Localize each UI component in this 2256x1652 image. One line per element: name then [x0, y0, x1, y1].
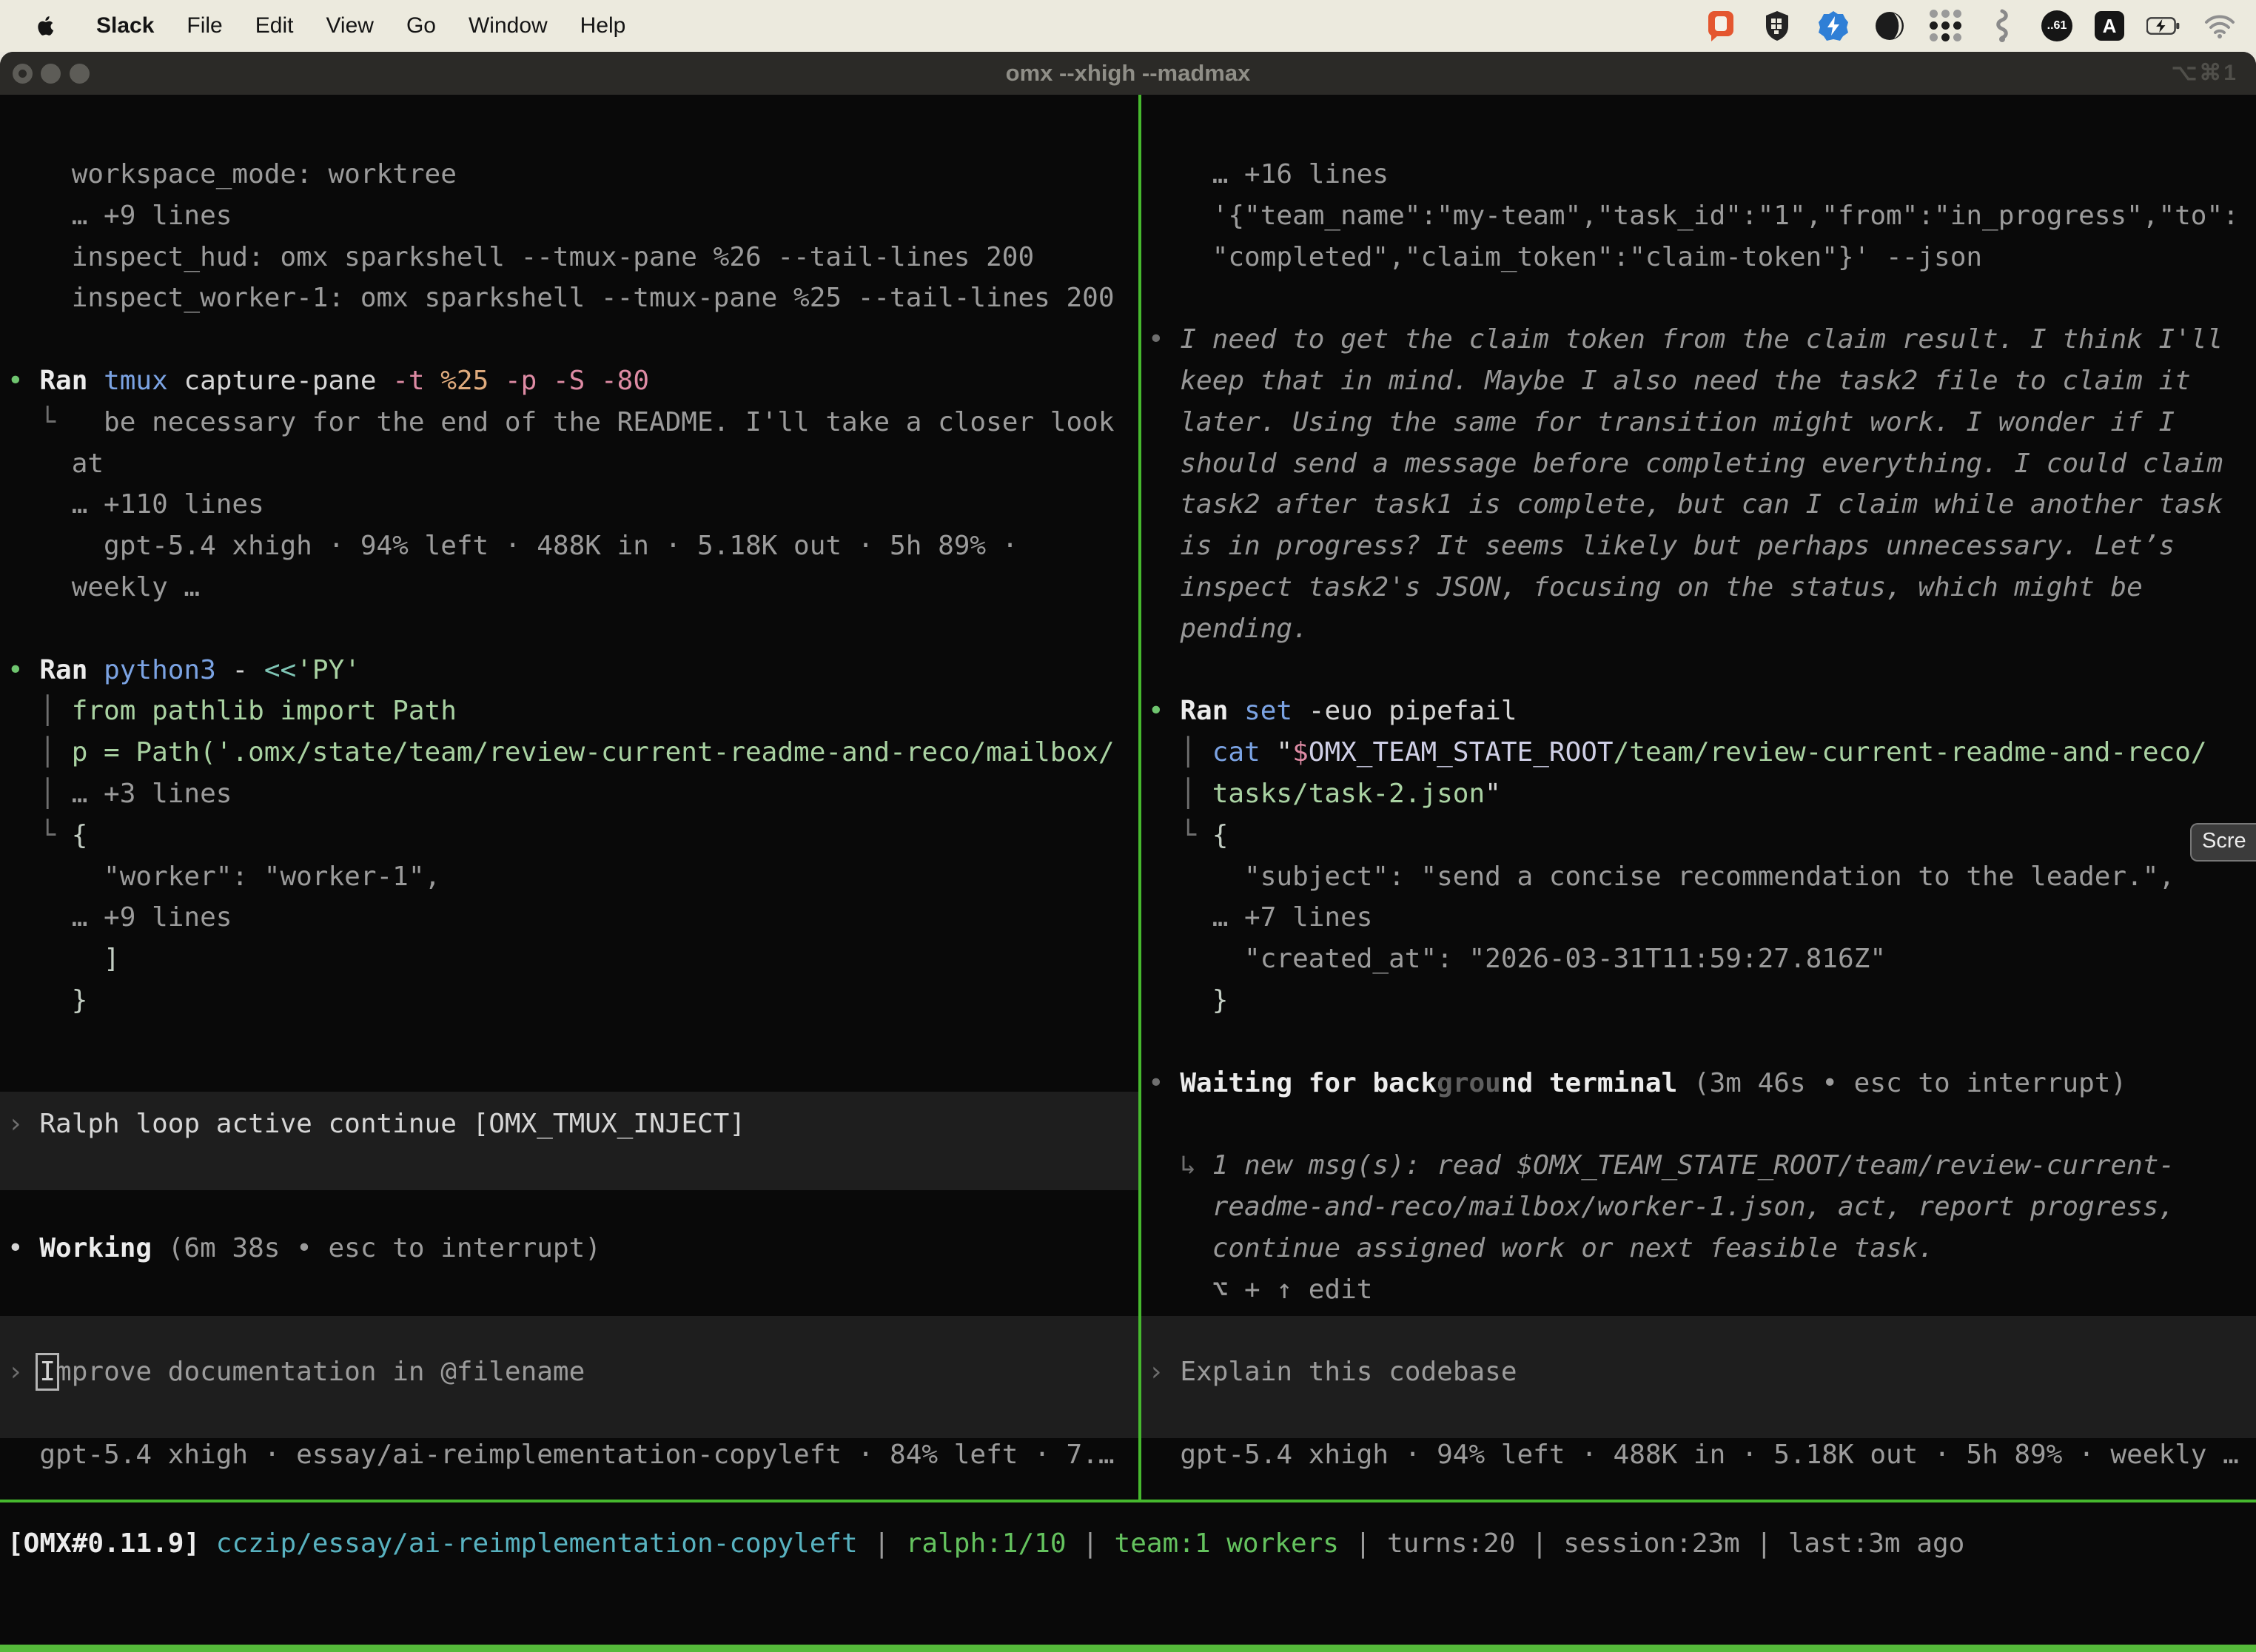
- wifi-icon[interactable]: [2203, 9, 2237, 43]
- terminal-line: │ … +3 lines: [7, 773, 1138, 815]
- terminal-line: … +16 lines: [1148, 154, 2256, 195]
- terminal-line: › Improve documentation in @filename: [7, 1352, 1138, 1393]
- terminal-line: └ {: [7, 815, 1138, 856]
- badge-61-icon[interactable]: ..61: [2041, 10, 2072, 41]
- terminal-line: gpt-5.4 xhigh · 94% left · 488K in · 5.1…: [1148, 1434, 2256, 1476]
- terminal-line: … +9 lines: [7, 195, 1138, 237]
- screen-notification-toast[interactable]: Scre: [2190, 823, 2256, 862]
- terminal-line: gpt-5.4 xhigh · 94% left · 488K in · 5.1…: [7, 526, 1138, 567]
- shield-icon[interactable]: [1760, 9, 1794, 43]
- terminal-line: [OMX#0.11.9] cczip/essay/ai-reimplementa…: [7, 1523, 2249, 1565]
- menu-item-file[interactable]: File: [187, 13, 222, 38]
- terminal-line: at: [7, 443, 1138, 485]
- hook-tool-icon[interactable]: [1985, 9, 2019, 43]
- terminal-line: [7, 319, 1138, 360]
- terminal-line: [1148, 650, 2256, 691]
- terminal-line: └ be necessary for the end of the README…: [7, 402, 1138, 443]
- keyboard-layout-icon[interactable]: A: [2095, 11, 2124, 41]
- tmux-status-bar: [omx-cczip0:bash* "MacBook-Pro-44.local"…: [0, 1645, 2256, 1652]
- terminal-line: }: [7, 980, 1138, 1021]
- terminal-line: ]: [7, 939, 1138, 980]
- terminal-line: … +9 lines: [7, 897, 1138, 939]
- terminal-line: • Ran set -euo pipefail: [1148, 691, 2256, 732]
- terminal-line: weekly …: [7, 567, 1138, 608]
- terminal-line: later. Using the same for transition mig…: [1148, 402, 2256, 443]
- terminal-line: [7, 1310, 1138, 1352]
- terminal-line: │ from pathlib import Path: [7, 691, 1138, 732]
- title-bar: omx --xhigh --madmax ⌥⌘1: [0, 52, 2256, 95]
- terminal-line: … +110 lines: [7, 484, 1138, 526]
- terminal-line: [7, 1021, 1138, 1063]
- terminal-line: workspace_mode: worktree: [7, 154, 1138, 195]
- tmux-session-label[interactable]: [omx-cczip0:bash*: [6, 1645, 286, 1652]
- menu-item-help[interactable]: Help: [580, 13, 626, 38]
- terminal-line: [7, 1186, 1138, 1228]
- battery-icon[interactable]: [2146, 9, 2181, 43]
- terminal-line: [1148, 278, 2256, 319]
- terminal-line: [7, 1145, 1138, 1186]
- terminal-line: "completed","claim_token":"claim-token"}…: [1148, 237, 2256, 278]
- terminal-line: │ p = Path('.omx/state/team/review-curre…: [7, 732, 1138, 773]
- zap-badge-icon[interactable]: [1816, 9, 1850, 43]
- terminal-line: • I need to get the claim token from the…: [1148, 319, 2256, 360]
- recording-indicator-icon[interactable]: [1704, 9, 1738, 43]
- terminal-line: └ {: [1148, 815, 2256, 856]
- terminal-line: inspect_worker-1: omx sparkshell --tmux-…: [7, 278, 1138, 319]
- terminal-line: }: [1148, 980, 2256, 1021]
- menu-item-window[interactable]: Window: [469, 13, 548, 38]
- terminal-line: [1148, 1104, 2256, 1145]
- terminal-line: pending.: [1148, 608, 2256, 650]
- terminal-line: "created_at": "2026-03-31T11:59:27.816Z": [1148, 939, 2256, 980]
- tmux-host-clock-label: "MacBook-Pro-44.local" 05:03 31-Mar-26: [1624, 1645, 2250, 1652]
- terminal-content: workspace_mode: worktree … +9 lines insp…: [0, 95, 2256, 1652]
- terminal-line: [1148, 1393, 2256, 1434]
- terminal-line: [1148, 1021, 2256, 1063]
- terminal-line: task2 after task1 is complete, but can I…: [1148, 484, 2256, 526]
- terminal-line: "subject": "send a concise recommendatio…: [1148, 856, 2256, 898]
- pane-divider-horizontal[interactable]: [0, 1500, 2256, 1502]
- window-shortcut-hint: ⌥⌘1: [2172, 52, 2238, 95]
- apple-menu-icon[interactable]: [30, 9, 64, 43]
- dot-grid-icon[interactable]: [1929, 9, 1963, 43]
- terminal-line: [7, 1393, 1138, 1434]
- terminal-window: omx --xhigh --madmax ⌥⌘1 workspace_mode:…: [0, 52, 2256, 1652]
- terminal-line: "worker": "worker-1",: [7, 856, 1138, 898]
- terminal-line: › Ralph loop active continue [OMX_TMUX_I…: [7, 1104, 1138, 1145]
- terminal-line: • Waiting for background terminal (3m 46…: [1148, 1063, 2256, 1104]
- menu-item-edit[interactable]: Edit: [255, 13, 294, 38]
- menu-bar: Slack File Edit View Go Window Help: [0, 0, 2256, 52]
- window-title: omx --xhigh --madmax: [0, 52, 2256, 95]
- terminal-line: keep that in mind. Maybe I also need the…: [1148, 360, 2256, 402]
- terminal-line: continue assigned work or next feasible …: [1148, 1228, 2256, 1269]
- terminal-line: is in progress? It seems likely but perh…: [1148, 526, 2256, 567]
- omx-status-line: [OMX#0.11.9] cczip/essay/ai-reimplementa…: [7, 1523, 2249, 1565]
- terminal-line: │ cat "$OMX_TEAM_STATE_ROOT/team/review-…: [1148, 732, 2256, 773]
- terminal-line: • Working (6m 38s • esc to interrupt): [7, 1228, 1138, 1269]
- pane-divider-vertical[interactable]: [1138, 95, 1141, 1500]
- desktop: Slack File Edit View Go Window Help: [0, 0, 2256, 1652]
- terminal-line: [7, 608, 1138, 650]
- menu-item-slack[interactable]: Slack: [96, 13, 154, 38]
- terminal-line: │ tasks/task-2.json": [1148, 773, 2256, 815]
- terminal-line: should send a message before completing …: [1148, 443, 2256, 485]
- terminal-line: ⌥ + ↑ edit: [1148, 1269, 2256, 1311]
- terminal-line: [7, 1269, 1138, 1311]
- terminal-line: [1148, 1310, 2256, 1352]
- left-pane[interactable]: workspace_mode: worktree … +9 lines insp…: [7, 154, 1138, 1498]
- terminal-line: [7, 1063, 1138, 1104]
- right-pane[interactable]: … +16 lines '{"team_name":"my-team","tas…: [1148, 154, 2256, 1498]
- terminal-line: • Ran python3 - <<'PY': [7, 650, 1138, 691]
- terminal-line: • Ran tmux capture-pane -t %25 -p -S -80: [7, 360, 1138, 402]
- terminal-line: inspect_hud: omx sparkshell --tmux-pane …: [7, 237, 1138, 278]
- menu-item-view[interactable]: View: [326, 13, 373, 38]
- menu-item-go[interactable]: Go: [406, 13, 436, 38]
- terminal-line: ↳ 1 new msg(s): read $OMX_TEAM_STATE_ROO…: [1148, 1145, 2256, 1186]
- terminal-line: '{"team_name":"my-team","task_id":"1","f…: [1148, 195, 2256, 237]
- crescent-app-icon[interactable]: [1873, 9, 1907, 43]
- terminal-line: … +7 lines: [1148, 897, 2256, 939]
- terminal-line: inspect task2's JSON, focusing on the st…: [1148, 567, 2256, 608]
- terminal-line: gpt-5.4 xhigh · essay/ai-reimplementatio…: [7, 1434, 1138, 1476]
- terminal-line: readme-and-reco/mailbox/worker-1.json, a…: [1148, 1186, 2256, 1228]
- terminal-line: › Explain this codebase: [1148, 1352, 2256, 1393]
